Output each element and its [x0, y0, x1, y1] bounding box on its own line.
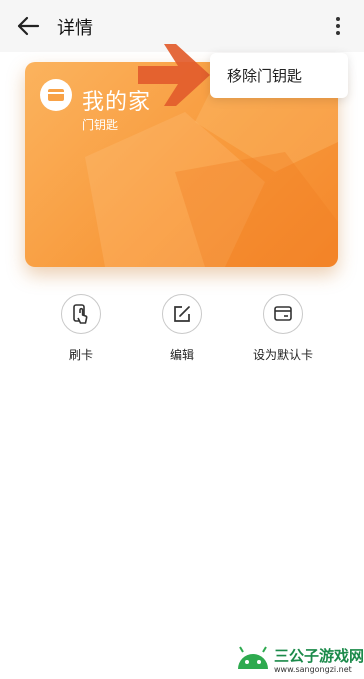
watermark-url: www.sangongzi.net	[274, 665, 352, 674]
back-button[interactable]	[12, 10, 44, 42]
overflow-menu: 移除门钥匙	[210, 53, 348, 98]
swipe-card-label: 刷卡	[68, 348, 93, 362]
edit-action[interactable]: 编辑	[142, 294, 222, 363]
default-card-icon	[274, 306, 292, 321]
arrow-left-icon	[17, 16, 40, 36]
tap-card-icon	[73, 304, 88, 324]
set-default-action[interactable]: 设为默认卡	[243, 294, 323, 363]
card-subtitle: 门钥匙	[82, 118, 119, 132]
more-options-button[interactable]	[328, 10, 348, 42]
menu-item-remove-key[interactable]: 移除门钥匙	[227, 65, 302, 86]
edit-button[interactable]	[162, 294, 202, 334]
set-default-button[interactable]	[263, 294, 303, 334]
card-icon	[40, 79, 72, 111]
set-default-label: 设为默认卡	[252, 348, 313, 362]
android-logo-icon	[238, 646, 268, 669]
more-vertical-icon	[336, 17, 340, 21]
swipe-card-button[interactable]	[61, 294, 101, 334]
edit-label: 编辑	[169, 348, 194, 362]
watermark-brand: 三公子游戏网	[274, 647, 364, 665]
red-arrow-icon	[138, 44, 210, 106]
edit-icon	[174, 306, 190, 322]
watermark: 三公子游戏网 www.sangongzi.net	[230, 643, 364, 679]
page-title: 详情	[57, 18, 93, 39]
swipe-card-action[interactable]: 刷卡	[41, 294, 121, 363]
